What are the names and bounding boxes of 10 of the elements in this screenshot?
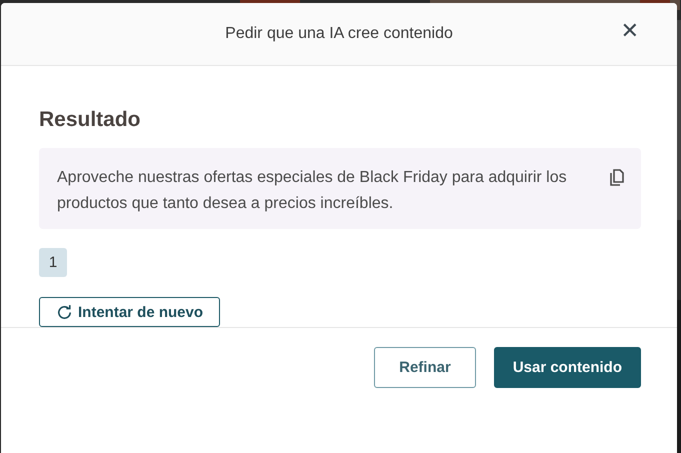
result-heading: Resultado	[39, 108, 141, 132]
refine-button[interactable]: Refinar	[374, 347, 476, 388]
retry-button[interactable]: Intentar de nuevo	[39, 297, 220, 327]
page-button[interactable]: 1	[39, 248, 67, 277]
dialog-title: Pedir que una IA cree contenido	[225, 25, 453, 43]
use-content-button[interactable]: Usar contenido	[494, 347, 641, 388]
refresh-icon	[56, 304, 73, 320]
result-text: Aproveche nuestras ofertas especiales de Black Friday para adquirir los productos que tanto desea a precios increíbles.	[57, 168, 568, 214]
copy-icon[interactable]	[609, 169, 625, 187]
close-button[interactable]: ✕	[616, 19, 643, 44]
